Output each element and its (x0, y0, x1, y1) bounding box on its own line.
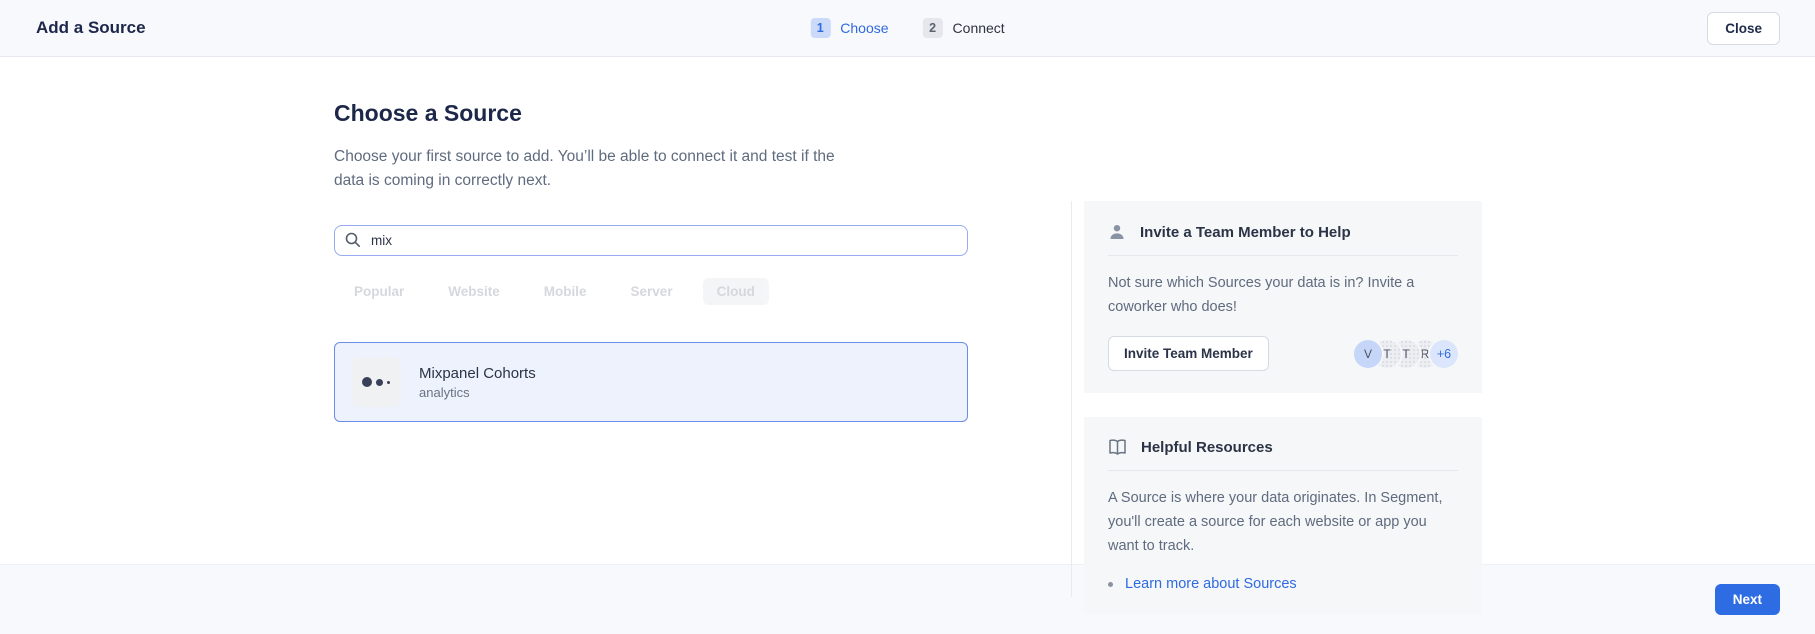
step-connect-label: Connect (953, 20, 1005, 36)
category-tab-website[interactable]: Website (434, 278, 514, 305)
category-tab-mobile[interactable]: Mobile (530, 278, 601, 305)
category-tab-server[interactable]: Server (617, 278, 687, 305)
resources-card-header: Helpful Resources (1108, 439, 1458, 471)
footer-bar: Next (0, 564, 1815, 634)
source-search (334, 225, 968, 256)
step-connect-number: 2 (923, 18, 943, 38)
avatar-overflow-count: +6 (1430, 340, 1458, 368)
team-avatar-stack: V T T R +6 (1354, 340, 1458, 368)
resources-list-item: Learn more about Sources (1108, 576, 1458, 592)
invite-card-body: Not sure which Sources your data is in? … (1108, 271, 1458, 319)
next-button[interactable]: Next (1715, 584, 1780, 615)
section-heading: Choose a Source (334, 100, 968, 127)
result-category: analytics (419, 385, 536, 400)
wizard-stepper: 1 Choose 2 Connect (810, 18, 1004, 38)
step-choose-label: Choose (840, 20, 888, 36)
resources-card: Helpful Resources A Source is where your… (1084, 417, 1482, 614)
person-icon (1108, 223, 1126, 241)
close-button[interactable]: Close (1707, 12, 1780, 45)
invite-card: Invite a Team Member to Help Not sure wh… (1084, 201, 1482, 393)
step-choose-number: 1 (810, 18, 830, 38)
category-tab-popular[interactable]: Popular (340, 278, 418, 305)
main-content: Choose a Source Choose your first source… (0, 57, 1815, 564)
invite-row: Invite Team Member V T T R +6 (1108, 336, 1458, 371)
step-choose[interactable]: 1 Choose (810, 18, 888, 38)
page-title: Add a Source (36, 18, 146, 38)
category-tab-cloud[interactable]: Cloud (703, 278, 769, 305)
book-icon (1108, 439, 1127, 456)
learn-more-sources-link[interactable]: Learn more about Sources (1125, 576, 1297, 592)
bullet-icon (1108, 582, 1113, 587)
source-result-mixpanel-cohorts[interactable]: Mixpanel Cohorts analytics (334, 342, 968, 422)
invite-team-member-button[interactable]: Invite Team Member (1108, 336, 1269, 371)
top-bar: Add a Source 1 Choose 2 Connect Close (0, 0, 1815, 57)
avatar-v: V (1354, 340, 1382, 368)
resources-card-title: Helpful Resources (1141, 439, 1273, 456)
result-title: Mixpanel Cohorts (419, 365, 536, 382)
help-sidebar: Invite a Team Member to Help Not sure wh… (1084, 201, 1482, 614)
source-chooser: Choose a Source Choose your first source… (334, 57, 968, 422)
result-text: Mixpanel Cohorts analytics (419, 365, 536, 400)
section-description: Choose your first source to add. You’ll … (334, 145, 862, 193)
mixpanel-dots-icon (351, 357, 401, 407)
category-tabs: Popular Website Mobile Server Cloud (334, 278, 968, 305)
step-connect[interactable]: 2 Connect (923, 18, 1005, 38)
invite-card-header: Invite a Team Member to Help (1108, 223, 1458, 256)
resources-card-body: A Source is where your data originates. … (1108, 486, 1458, 558)
invite-card-title: Invite a Team Member to Help (1140, 224, 1351, 241)
search-input[interactable] (334, 225, 968, 256)
